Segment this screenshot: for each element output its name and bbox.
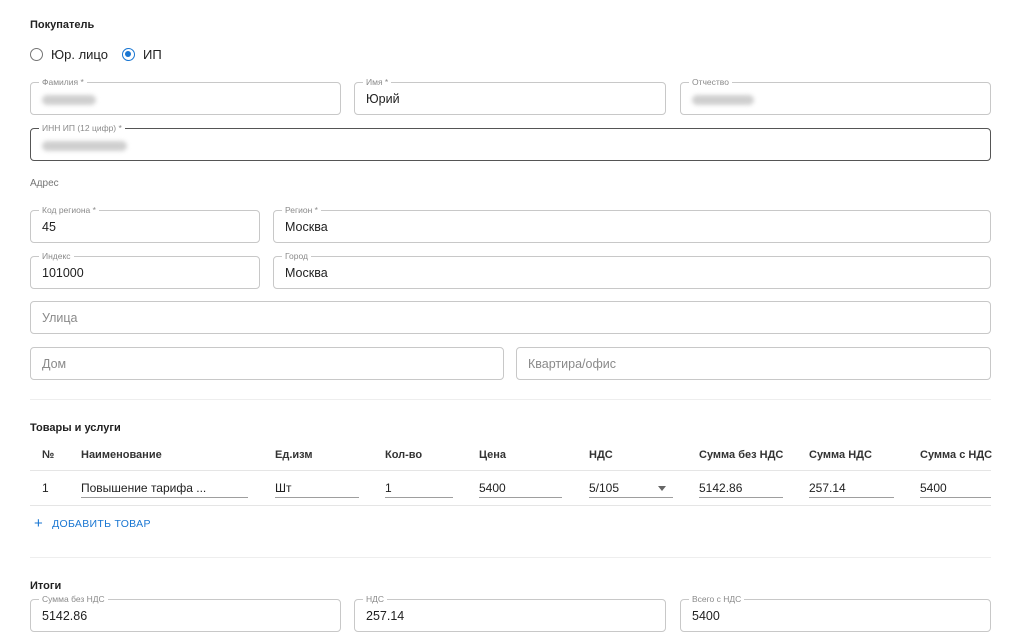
cell-unit-underline — [275, 497, 359, 498]
index-value: 101000 — [42, 266, 84, 280]
radio-label-ip: ИП — [142, 47, 162, 62]
cell-vat-underline — [589, 497, 673, 498]
cell-vat-select[interactable]: 5/105 — [589, 481, 619, 495]
radio-unchecked-icon[interactable] — [30, 48, 43, 61]
name-field[interactable]: Имя * Юрий — [354, 77, 666, 115]
cell-sum-with-vat-input[interactable]: 5400 — [920, 481, 947, 495]
cell-price-input[interactable]: 5400 — [479, 481, 506, 495]
total-sum-no-vat-label: Сумма без НДС — [39, 594, 108, 604]
cell-name-underline — [81, 497, 248, 498]
region-code-field[interactable]: Код региона * 45 — [30, 205, 260, 243]
add-item-button[interactable]: + ДОБАВИТЬ ТОВАР — [34, 515, 151, 532]
cell-qty-underline — [385, 497, 453, 498]
street-field[interactable]: Улица — [30, 301, 991, 334]
radio-option-legal-entity[interactable]: Юр. лицо — [30, 47, 108, 62]
cell-num: 1 — [42, 481, 49, 495]
total-with-vat-field[interactable]: Всего с НДС 5400 — [680, 594, 991, 632]
inn-redacted-value — [42, 141, 127, 151]
city-label: Город — [282, 251, 311, 261]
region-value: Москва — [285, 220, 328, 234]
total-sum-no-vat-value: 5142.86 — [42, 609, 88, 623]
cell-vat-sum-input[interactable]: 257.14 — [809, 481, 846, 495]
total-vat-field[interactable]: НДС 257.14 — [354, 594, 666, 632]
city-value: Москва — [285, 266, 328, 280]
cell-unit-input[interactable]: Шт — [275, 481, 292, 495]
buyer-type-radio-group: Юр. лицо ИП — [30, 47, 176, 62]
total-vat-label: НДС — [363, 594, 388, 604]
radio-option-ip[interactable]: ИП — [121, 47, 162, 62]
col-header-vat: НДС — [589, 449, 613, 461]
apartment-field[interactable]: Квартира/офис — [516, 347, 991, 380]
index-label: Индекс — [39, 251, 74, 261]
plus-icon: + — [34, 515, 44, 532]
total-with-vat-label: Всего с НДС — [689, 594, 745, 604]
cell-sum-with-vat-underline — [920, 497, 991, 498]
surname-label: Фамилия * — [39, 77, 87, 87]
cell-sum-no-vat-input[interactable]: 5142.86 — [699, 481, 742, 495]
region-label: Регион * — [282, 205, 321, 215]
cell-qty-input[interactable]: 1 — [385, 481, 392, 495]
name-value: Юрий — [366, 92, 400, 106]
cell-name-input[interactable]: Повышение тарифа ... — [81, 481, 206, 495]
col-header-unit: Ед.изм — [275, 449, 313, 461]
totals-section-title: Итоги — [30, 580, 62, 592]
inn-field[interactable]: ИНН ИП (12 цифр) * — [30, 123, 991, 161]
total-sum-no-vat-field[interactable]: Сумма без НДС 5142.86 — [30, 594, 341, 632]
radio-label-legal-entity: Юр. лицо — [51, 47, 108, 62]
patronymic-label: Отчество — [689, 77, 732, 87]
surname-redacted-value — [42, 95, 96, 105]
table-header-divider — [30, 470, 991, 471]
region-code-value: 45 — [42, 220, 56, 234]
house-field[interactable]: Дом — [30, 347, 504, 380]
inn-label: ИНН ИП (12 цифр) * — [39, 123, 125, 133]
surname-field[interactable]: Фамилия * — [30, 77, 341, 115]
house-placeholder: Дом — [42, 357, 67, 371]
patronymic-redacted-value — [692, 95, 754, 105]
add-item-label: ДОБАВИТЬ ТОВАР — [52, 518, 151, 530]
table-row-divider — [30, 505, 991, 506]
goods-section-title: Товары и услуги — [30, 422, 121, 434]
radio-checked-icon[interactable] — [121, 48, 135, 61]
col-header-sum-no-vat: Сумма без НДС — [699, 449, 784, 461]
buyer-section-title: Покупатель — [30, 19, 95, 31]
address-section-title: Адрес — [30, 178, 59, 189]
section-divider — [30, 399, 991, 400]
apartment-placeholder: Квартира/офис — [528, 357, 616, 371]
name-label: Имя * — [363, 77, 392, 87]
region-code-label: Код региона * — [39, 205, 99, 215]
city-field[interactable]: Город Москва — [273, 251, 991, 289]
cell-vat-sum-underline — [809, 497, 894, 498]
patronymic-field[interactable]: Отчество — [680, 77, 991, 115]
section-divider — [30, 557, 991, 558]
chevron-down-icon[interactable] — [658, 486, 666, 491]
total-with-vat-value: 5400 — [692, 609, 720, 623]
col-header-num: № — [42, 449, 55, 461]
cell-sum-no-vat-underline — [699, 497, 783, 498]
col-header-name: Наименование — [81, 449, 162, 461]
col-header-vat-sum: Сумма НДС — [809, 449, 872, 461]
cell-price-underline — [479, 497, 562, 498]
street-placeholder: Улица — [42, 311, 78, 325]
region-field[interactable]: Регион * Москва — [273, 205, 991, 243]
col-header-price: Цена — [479, 449, 507, 461]
total-vat-value: 257.14 — [366, 609, 405, 623]
index-field[interactable]: Индекс 101000 — [30, 251, 260, 289]
col-header-qty: Кол-во — [385, 449, 423, 461]
col-header-sum-with-vat: Сумма с НДС — [920, 449, 993, 461]
